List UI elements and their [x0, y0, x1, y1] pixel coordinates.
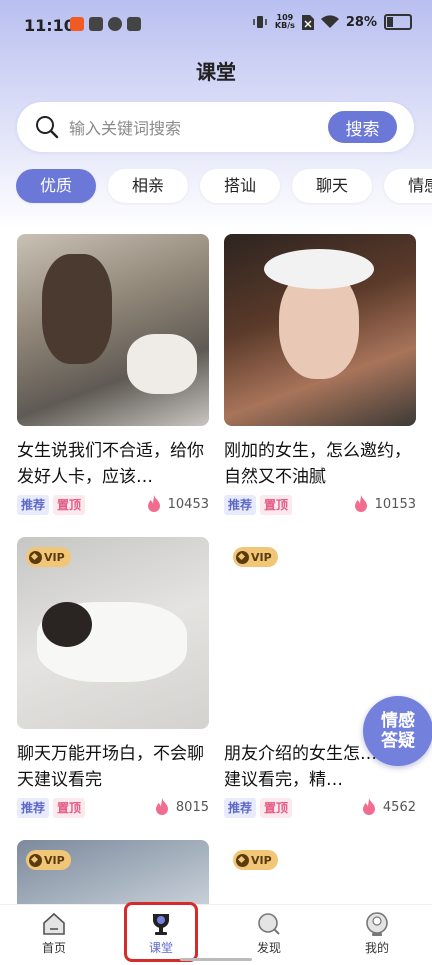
tag-recommend: 推荐: [17, 798, 50, 818]
course-title: 女生说我们不合适，给你发好人卡，应该…: [17, 441, 204, 487]
course-thumbnail: VIP: [224, 840, 416, 904]
vip-badge: VIP: [26, 547, 71, 567]
emotion-qa-button[interactable]: 情感 答疑: [363, 696, 432, 766]
course-thumbnail: VIP: [17, 840, 209, 904]
view-count: 8015: [154, 798, 209, 816]
hair-image: [42, 602, 92, 647]
tag-recommend: 推荐: [224, 495, 257, 515]
fire-icon: [362, 798, 375, 815]
notification-app-icon: [89, 17, 103, 31]
course-title: 聊天万能开场白，不会聊天建议看完: [17, 744, 204, 790]
highlight-box: [124, 902, 198, 962]
nav-home[interactable]: 首页: [14, 905, 94, 963]
profile-icon: [366, 912, 388, 936]
wifi-icon: [320, 15, 339, 28]
page-title: 课堂: [196, 60, 236, 84]
course-meta: 推荐 置顶 10453: [17, 494, 209, 516]
person-image: [42, 254, 112, 364]
course-title: 刚加的女生，怎么邀约，自然又不油腻: [224, 441, 411, 487]
course-card[interactable]: VIP: [224, 840, 416, 904]
category-tabs: 优质相亲搭讪聊天情感: [16, 169, 432, 205]
no-sim-icon: [301, 14, 314, 30]
course-meta: 推荐 置顶 8015: [17, 797, 209, 819]
network-speed: 109 KB/s: [274, 13, 295, 30]
headband-image: [264, 249, 374, 289]
course-thumbnail: [17, 234, 209, 426]
search-bar: 搜索: [17, 102, 414, 152]
course-card[interactable]: VIP 聊天万能开场白，不会聊天建议看完 推荐 置顶 8015: [17, 537, 209, 819]
vibrate-icon: [253, 16, 267, 28]
tag-recommend: 推荐: [17, 495, 50, 515]
vip-badge: VIP: [233, 850, 278, 870]
bottom-nav: 首页 课堂 发现 我的: [0, 904, 432, 965]
cat-image: [127, 334, 197, 394]
view-count: 10153: [353, 495, 416, 513]
tag-pinned: 置顶: [53, 798, 86, 818]
tab-youzhi[interactable]: 优质: [16, 169, 97, 203]
battery-percent: 28%: [345, 14, 377, 30]
fire-icon: [354, 495, 367, 512]
tag-pinned: 置顶: [260, 495, 293, 515]
vip-badge: VIP: [26, 850, 71, 870]
course-thumbnail: [224, 234, 416, 426]
course-card[interactable]: VIP 朋友介绍的女生怎…场，建议看完，精… 推荐 置顶 4562: [224, 537, 416, 819]
tab-liaotian[interactable]: 聊天: [292, 169, 373, 203]
tab-qinggan[interactable]: 情感: [384, 169, 432, 203]
notification-app-icon: [70, 17, 84, 31]
nav-profile[interactable]: 我的: [337, 905, 417, 963]
course-card[interactable]: 刚加的女生，怎么邀约，自然又不油腻 推荐 置顶 10153: [224, 234, 416, 516]
view-count: 4562: [361, 798, 416, 816]
vip-icon: [236, 853, 249, 867]
vip-icon: [236, 550, 249, 564]
vip-icon: [29, 550, 42, 564]
search-icon: [36, 116, 59, 139]
course-meta: 推荐 置顶 10153: [224, 494, 416, 516]
course-meta: 推荐 置顶 4562: [224, 797, 416, 819]
status-right: 109 KB/s 28%: [252, 14, 412, 30]
nav-discover[interactable]: 发现: [229, 905, 309, 963]
tag-recommend: 推荐: [224, 798, 257, 818]
tag-pinned: 置顶: [53, 495, 86, 515]
fire-icon: [147, 495, 160, 512]
notification-app-icon: [127, 17, 141, 31]
course-card[interactable]: VIP: [17, 840, 209, 904]
gesture-bar: [180, 958, 252, 961]
discover-icon: [258, 913, 280, 935]
course-card[interactable]: 女生说我们不合适，给你发好人卡，应该… 推荐 置顶 10453: [17, 234, 209, 516]
notification-app-icon: [108, 17, 122, 31]
search-input[interactable]: [67, 112, 321, 144]
status-bar: 11:10 109 KB/s 28%: [0, 0, 432, 50]
vip-icon: [29, 853, 42, 867]
status-time: 11:10: [24, 16, 75, 35]
tab-xiangqin[interactable]: 相亲: [108, 169, 189, 203]
battery-icon: [384, 14, 412, 30]
view-count: 10453: [146, 495, 209, 513]
tab-dashan[interactable]: 搭讪: [200, 169, 281, 203]
vip-badge: VIP: [233, 547, 278, 567]
search-button[interactable]: 搜索: [328, 111, 397, 143]
course-thumbnail: VIP: [17, 537, 209, 729]
home-icon: [43, 912, 65, 935]
tag-pinned: 置顶: [260, 798, 293, 818]
fire-icon: [155, 798, 168, 815]
